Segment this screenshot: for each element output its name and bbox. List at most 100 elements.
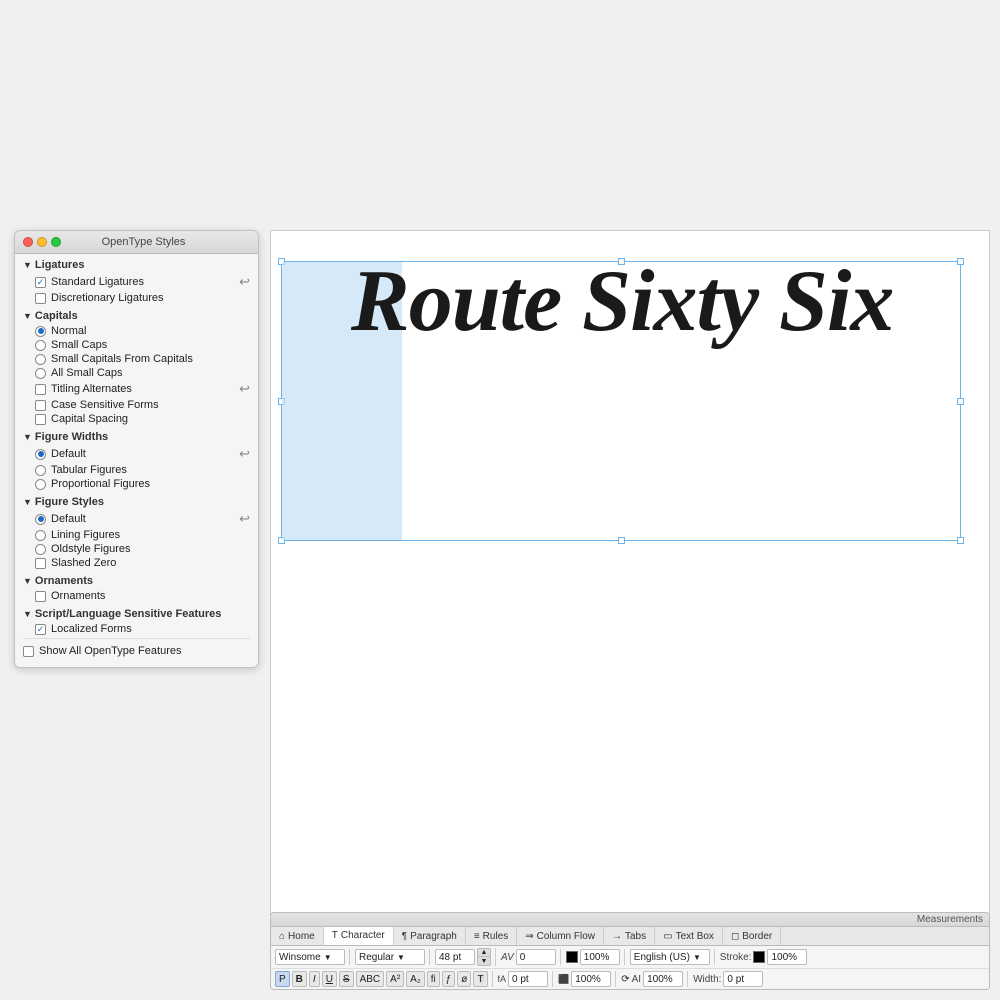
radio-all-small-caps[interactable]	[35, 368, 46, 379]
option-proportional-figures[interactable]: Proportional Figures	[15, 477, 258, 491]
scale-h-input[interactable]: 100%	[571, 971, 611, 987]
fi-ligature-btn[interactable]: fi	[427, 971, 440, 987]
section-capitals[interactable]: ▼ Capitals	[15, 305, 258, 324]
section-figure-widths[interactable]: ▼ Figure Widths	[15, 426, 258, 445]
ai-input[interactable]: 100%	[643, 971, 683, 987]
baseline-input[interactable]: 0 pt	[508, 971, 548, 987]
tab-paragraph[interactable]: ¶ Paragraph	[394, 927, 466, 945]
tab-border[interactable]: ◻ Border	[723, 927, 781, 945]
font-size-stepper[interactable]: ▲ ▼	[477, 948, 491, 966]
radio-lining-figures[interactable]	[35, 530, 46, 541]
option-lining-figures[interactable]: Lining Figures	[15, 528, 258, 542]
slashed-zero-label: Slashed Zero	[51, 557, 116, 569]
handle-bottom-center[interactable]	[618, 537, 625, 544]
measurements-row2: P B I U S ABC A² A₂ fi	[271, 968, 989, 989]
checkbox-case-sensitive-forms[interactable]	[35, 400, 46, 411]
tab-home[interactable]: ⌂ Home	[271, 927, 324, 945]
paragraph-label: Paragraph	[410, 931, 457, 942]
tab-rules[interactable]: ≡ Rules	[466, 927, 517, 945]
underline-btn[interactable]: U	[322, 971, 337, 987]
language-select[interactable]: English (US) ▼	[630, 949, 710, 965]
option-small-caps-from-capitals[interactable]: Small Capitals From Capitals	[15, 352, 258, 366]
checkbox-titling-alternates[interactable]	[35, 384, 46, 395]
font-name-select[interactable]: Winsome ▼	[275, 949, 345, 965]
opacity-input[interactable]: 100%	[580, 949, 620, 965]
canvas-text[interactable]: Route Sixty Six	[351, 251, 893, 352]
section-ligatures[interactable]: ▼ Ligatures	[15, 254, 258, 273]
font-size-input[interactable]: 48 pt	[435, 949, 475, 965]
option-standard-ligatures[interactable]: Standard Ligatures ↩	[15, 273, 258, 291]
oe-btn[interactable]: ø	[457, 971, 471, 987]
option-fs-default[interactable]: Default ↩	[15, 510, 258, 528]
option-fw-default[interactable]: Default ↩	[15, 445, 258, 463]
handle-top-right[interactable]	[957, 258, 964, 265]
caps-btn[interactable]: ABC	[356, 971, 385, 987]
option-normal[interactable]: Normal	[15, 324, 258, 338]
minimize-button[interactable]	[37, 237, 47, 247]
width-input[interactable]: 0 pt	[723, 971, 763, 987]
radio-tabular-figures[interactable]	[35, 465, 46, 476]
radio-oldstyle-figures[interactable]	[35, 544, 46, 555]
option-oldstyle-figures[interactable]: Oldstyle Figures	[15, 542, 258, 556]
font-style-select[interactable]: Regular ▼	[355, 949, 425, 965]
italic-btn[interactable]: I	[309, 971, 320, 987]
tab-character[interactable]: T Character	[324, 927, 394, 945]
width-value: 0 pt	[727, 974, 744, 985]
tab-column-flow[interactable]: ⇒ Column Flow	[517, 927, 604, 945]
color-swatch[interactable]	[566, 951, 578, 963]
radio-proportional-figures[interactable]	[35, 479, 46, 490]
fl-ligature-btn[interactable]: ƒ	[442, 971, 456, 987]
handle-mid-right[interactable]	[957, 398, 964, 405]
strikethrough-label: S	[343, 974, 350, 985]
radio-small-caps-from-capitals[interactable]	[35, 354, 46, 365]
stroke-value-box[interactable]: 100%	[767, 949, 807, 965]
section-script-language[interactable]: ▼ Script/Language Sensitive Features	[15, 603, 258, 622]
radio-normal[interactable]	[35, 326, 46, 337]
option-ornaments[interactable]: Ornaments	[15, 589, 258, 603]
tab-tabs[interactable]: → Tabs	[604, 927, 655, 945]
stroke-swatch[interactable]	[753, 951, 765, 963]
checkbox-standard-ligatures[interactable]	[35, 277, 46, 288]
option-localized-forms[interactable]: Localized Forms	[15, 622, 258, 636]
checkbox-localized-forms[interactable]	[35, 624, 46, 635]
option-case-sensitive-forms[interactable]: Case Sensitive Forms	[15, 398, 258, 412]
option-capital-spacing[interactable]: Capital Spacing	[15, 412, 258, 426]
radio-small-caps[interactable]	[35, 340, 46, 351]
option-titling-alternates[interactable]: Titling Alternates ↩	[15, 380, 258, 398]
strikethrough-btn[interactable]: S	[339, 971, 354, 987]
option-small-caps[interactable]: Small Caps	[15, 338, 258, 352]
checkbox-capital-spacing[interactable]	[35, 414, 46, 425]
zoom-button[interactable]	[51, 237, 61, 247]
tab-text-box[interactable]: ▭ Text Box	[655, 927, 723, 945]
bold-btn[interactable]: B	[292, 971, 307, 987]
traffic-lights	[23, 237, 61, 247]
checkbox-show-all[interactable]	[23, 646, 34, 657]
option-slashed-zero[interactable]: Slashed Zero	[15, 556, 258, 570]
option-all-small-caps[interactable]: All Small Caps	[15, 366, 258, 380]
fl-label: ƒ	[446, 974, 452, 985]
show-all-label: Show All OpenType Features	[39, 645, 181, 657]
ligatures-label: Ligatures	[35, 259, 85, 271]
subscript-btn[interactable]: A₂	[406, 971, 425, 987]
option-discretionary-ligatures[interactable]: Discretionary Ligatures	[15, 291, 258, 305]
radio-fs-default[interactable]	[35, 514, 46, 525]
superscript-btn[interactable]: A²	[386, 971, 404, 987]
close-button[interactable]	[23, 237, 33, 247]
checkbox-discretionary-ligatures[interactable]	[35, 293, 46, 304]
option-tabular-figures[interactable]: Tabular Figures	[15, 463, 258, 477]
section-ornaments[interactable]: ▼ Ornaments	[15, 570, 258, 589]
para-format-btn[interactable]: P	[275, 971, 290, 987]
font-size-up[interactable]: ▲	[478, 949, 490, 957]
show-all-row[interactable]: Show All OpenType Features	[15, 641, 258, 661]
font-size-down[interactable]: ▼	[478, 957, 490, 965]
measurements-row1: Winsome ▼ Regular ▼ 48 pt ▲ ▼ AV 0	[271, 946, 989, 968]
measurements-bar: Measurements ⌂ Home T Character ¶ Paragr…	[270, 912, 990, 990]
radio-fw-default[interactable]	[35, 449, 46, 460]
section-figure-styles[interactable]: ▼ Figure Styles	[15, 491, 258, 510]
shadow-btn[interactable]: T	[473, 971, 487, 987]
font-name-value: Winsome	[279, 952, 321, 963]
handle-bottom-right[interactable]	[957, 537, 964, 544]
checkbox-slashed-zero[interactable]	[35, 558, 46, 569]
kern-input[interactable]: 0	[516, 949, 556, 965]
checkbox-ornaments[interactable]	[35, 591, 46, 602]
